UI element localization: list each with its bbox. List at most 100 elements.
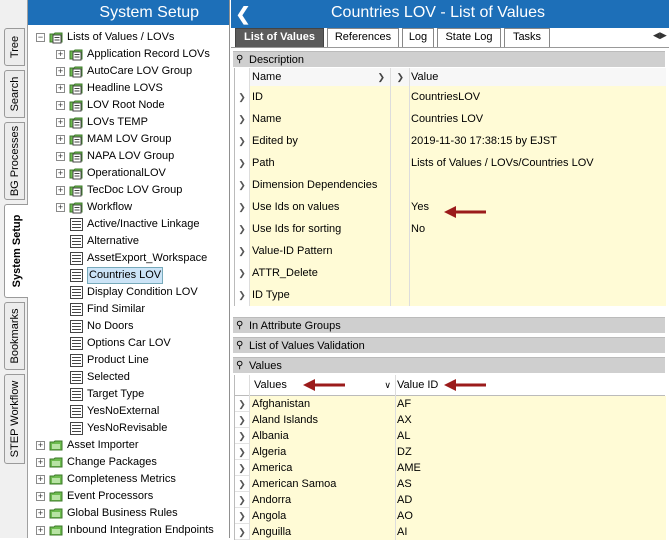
back-arrow-icon[interactable]: ❮ xyxy=(233,3,253,25)
value-cell[interactable]: Andorra xyxy=(249,492,395,508)
property-value[interactable]: No xyxy=(410,218,666,240)
tree-node[interactable]: + MAM LOV Group xyxy=(28,131,228,148)
value-cell[interactable]: Afghanistan xyxy=(249,396,395,412)
value-cell[interactable]: Aland Islands xyxy=(249,412,395,428)
tab-tasks[interactable]: Tasks xyxy=(504,28,550,47)
expand-icon[interactable]: + xyxy=(56,203,65,212)
description-row[interactable]: ❯ Edited by 2019-11-30 17:38:15 by EJST xyxy=(235,130,666,152)
expand-icon[interactable]: + xyxy=(36,441,45,450)
tab-state-log[interactable]: State Log xyxy=(437,28,501,47)
expand-icon[interactable]: + xyxy=(56,50,65,59)
property-value[interactable] xyxy=(410,240,666,262)
tree-node[interactable]: + Headline LOVS xyxy=(28,80,228,97)
value-cell[interactable]: American Samoa xyxy=(249,476,395,492)
tree-node[interactable]: AssetExport_Workspace xyxy=(28,250,228,267)
tree-node[interactable]: Alternative xyxy=(28,233,228,250)
vtab-system-setup[interactable]: System Setup xyxy=(4,204,28,298)
description-row[interactable]: ❯ ID CountriesLOV xyxy=(235,86,666,108)
value-cell[interactable]: America xyxy=(249,460,395,476)
tree-node[interactable]: + TecDoc LOV Group xyxy=(28,182,228,199)
tree-node[interactable]: YesNoRevisable xyxy=(28,420,228,437)
vtab-tree[interactable]: Tree xyxy=(4,28,25,66)
value-column-header[interactable]: Value xyxy=(410,68,666,86)
tab-log[interactable]: Log xyxy=(402,28,434,47)
expand-icon[interactable]: + xyxy=(56,118,65,127)
tree-node[interactable]: + Inbound Integration Endpoints xyxy=(28,522,228,539)
property-value[interactable]: CountriesLOV xyxy=(410,86,666,108)
tree-node[interactable]: + Application Record LOVs xyxy=(28,46,228,63)
table-row[interactable]: ❯ Afghanistan AF xyxy=(235,396,666,412)
description-row[interactable]: ❯ ATTR_Delete xyxy=(235,262,666,284)
tree-node[interactable]: + Asset Importer xyxy=(28,437,228,454)
tree-node[interactable]: Active/Inactive Linkage xyxy=(28,216,228,233)
value-id-cell[interactable]: AS xyxy=(395,476,666,492)
tree-node[interactable]: + AutoCare LOV Group xyxy=(28,63,228,80)
expand-icon[interactable]: + xyxy=(56,67,65,76)
property-value[interactable]: Lists of Values / LOVs/Countries LOV xyxy=(410,152,666,174)
tree-node[interactable]: Display Condition LOV xyxy=(28,284,228,301)
property-value[interactable] xyxy=(410,262,666,284)
tree-node[interactable]: + LOV Root Node xyxy=(28,97,228,114)
tree-node[interactable]: − Lists of Values / LOVs xyxy=(28,29,228,46)
tree-node[interactable]: + Change Packages xyxy=(28,454,228,471)
expand-icon[interactable]: + xyxy=(56,101,65,110)
value-cell[interactable]: Algeria xyxy=(249,444,395,460)
vtab-search[interactable]: Search xyxy=(4,70,25,118)
section-validation[interactable]: ⚲ List of Values Validation xyxy=(233,337,665,353)
description-row[interactable]: ❯ ID Type xyxy=(235,284,666,306)
tree-node[interactable]: + OperationalLOV xyxy=(28,165,228,182)
description-row[interactable]: ❯ Use Ids for sorting No xyxy=(235,218,666,240)
property-value[interactable]: Countries LOV xyxy=(410,108,666,130)
tree-node[interactable]: Find Similar xyxy=(28,301,228,318)
value-id-cell[interactable]: AO xyxy=(395,508,666,524)
expand-icon[interactable]: + xyxy=(36,492,45,501)
value-id-cell[interactable]: AX xyxy=(395,412,666,428)
expand-icon[interactable]: + xyxy=(56,169,65,178)
table-row[interactable]: ❯ Algeria DZ xyxy=(235,444,666,460)
value-id-cell[interactable]: DZ xyxy=(395,444,666,460)
vtab-bookmarks[interactable]: Bookmarks xyxy=(4,302,25,370)
expand-icon[interactable]: + xyxy=(56,186,65,195)
value-id-cell[interactable]: AD xyxy=(395,492,666,508)
tree-node[interactable]: No Doors xyxy=(28,318,228,335)
section-attribute-groups[interactable]: ⚲ In Attribute Groups xyxy=(233,317,665,333)
value-cell[interactable]: Angola xyxy=(249,508,395,524)
expand-icon[interactable]: + xyxy=(56,84,65,93)
description-row[interactable]: ❯ Path Lists of Values / LOVs/Countries LO… xyxy=(235,152,666,174)
value-id-cell[interactable]: AL xyxy=(395,428,666,444)
expand-icon[interactable]: + xyxy=(56,135,65,144)
tree-node[interactable]: Target Type xyxy=(28,386,228,403)
property-value[interactable]: 2019-11-30 17:38:15 by EJST xyxy=(410,130,666,152)
property-value[interactable] xyxy=(410,174,666,196)
property-value[interactable] xyxy=(410,284,666,306)
table-row[interactable]: ❯ American Samoa AS xyxy=(235,476,666,492)
expand-icon[interactable]: + xyxy=(36,475,45,484)
tree-node[interactable]: + Completeness Metrics xyxy=(28,471,228,488)
expand-icon[interactable]: + xyxy=(36,509,45,518)
section-values[interactable]: ⚲ Values xyxy=(233,357,665,373)
tree-node[interactable]: Product Line xyxy=(28,352,228,369)
tab-list-of-values[interactable]: List of Values xyxy=(235,28,324,47)
collapse-icon[interactable]: − xyxy=(36,33,45,42)
table-row[interactable]: ❯ Angola AO xyxy=(235,508,666,524)
tree-node[interactable]: YesNoExternal xyxy=(28,403,228,420)
tree-node[interactable]: + NAPA LOV Group xyxy=(28,148,228,165)
vtab-bg-processes[interactable]: BG Processes xyxy=(4,122,25,200)
tree-node[interactable]: + Workflow xyxy=(28,199,228,216)
pin-icon[interactable]: ⚲ xyxy=(236,360,247,371)
tree-node[interactable]: Options Car LOV xyxy=(28,335,228,352)
tab-scroll-icon[interactable]: ◀▶ xyxy=(653,30,667,44)
value-id-column-header[interactable]: Value ID xyxy=(395,375,666,396)
tree-node[interactable]: + Event Processors xyxy=(28,488,228,505)
section-description[interactable]: ⚲ Description xyxy=(233,51,665,67)
tree-node[interactable]: Selected xyxy=(28,369,228,386)
table-row[interactable]: ❯ Aland Islands AX xyxy=(235,412,666,428)
expand-icon[interactable]: + xyxy=(36,458,45,467)
tree-node[interactable]: + LOVs TEMP xyxy=(28,114,228,131)
name-column-header[interactable]: Name ❯ xyxy=(249,68,390,86)
vtab-step-workflow[interactable]: STEP Workflow xyxy=(4,374,25,464)
description-row[interactable]: ❯ Value-ID Pattern xyxy=(235,240,666,262)
table-row[interactable]: ❯ Andorra AD xyxy=(235,492,666,508)
tree-node[interactable]: + Global Business Rules xyxy=(28,505,228,522)
table-row[interactable]: ❯ America AME xyxy=(235,460,666,476)
